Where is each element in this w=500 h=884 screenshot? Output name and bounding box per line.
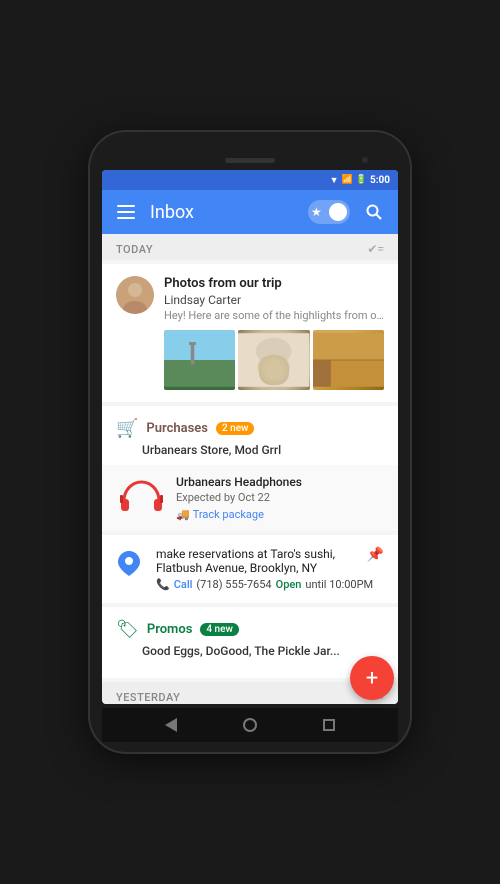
reservation-title: make reservations at Taro's sushi, Flatb…: [156, 547, 384, 575]
email-preview: Hey! Here are some of the highlights fro…: [164, 309, 384, 322]
status-bar: ▼ 📶 🔋 5:00: [102, 170, 398, 190]
reservation-card[interactable]: make reservations at Taro's sushi, Flatb…: [102, 535, 398, 603]
scroll-area[interactable]: Today ✔= Photos from our trip: [102, 234, 398, 704]
app-bar: Inbox ★: [102, 190, 398, 234]
wifi-icon: ▼: [330, 175, 339, 186]
track-link[interactable]: 🚚 Track package: [176, 508, 384, 521]
phone-number: (718) 555-7654: [196, 578, 271, 591]
status-time: 5:00: [370, 175, 390, 186]
package-date: Expected by Oct 22: [176, 491, 384, 504]
promos-subtitle: Good Eggs, DoGood, The Pickle Jar...: [116, 644, 384, 658]
promos-new-badge: 4 new: [200, 623, 239, 636]
purchases-header: 🛒 Purchases 2 new: [116, 418, 384, 439]
purchases-card[interactable]: 🛒 Purchases 2 new Urbanears Store, Mod G…: [102, 406, 398, 531]
menu-icon[interactable]: [112, 198, 140, 226]
promos-title: Promos: [147, 622, 193, 637]
trip-photo-1: [164, 330, 235, 390]
avatar-image: [116, 276, 154, 314]
purchases-title: Purchases: [146, 421, 208, 436]
front-camera: [362, 157, 368, 163]
compose-icon: +: [366, 666, 378, 691]
trip-photo-2: [238, 330, 309, 390]
screen: ▼ 📶 🔋 5:00 Inbox ★: [102, 170, 398, 704]
status-icons: ▼ 📶 🔋 5:00: [330, 175, 390, 186]
track-label: Track package: [193, 508, 264, 521]
purchases-new-badge: 2 new: [216, 422, 255, 435]
home-button[interactable]: [243, 718, 257, 732]
search-button[interactable]: [360, 198, 388, 226]
signal-icon: 📶: [342, 175, 353, 185]
reservation-icon: [116, 549, 146, 583]
avatar: [116, 276, 154, 314]
open-label: Open: [276, 578, 302, 591]
phone-nav-bar: [102, 708, 398, 742]
reservation-content: make reservations at Taro's sushi, Flatb…: [156, 547, 384, 591]
purchases-subtitle: Urbanears Store, Mod Grrl: [116, 443, 384, 457]
phone-icon: 📞: [156, 578, 170, 591]
email-subject: Photos from our trip: [164, 276, 384, 291]
tag-icon: 🏷: [116, 619, 139, 640]
toggle-dot: [329, 203, 347, 221]
phone-frame: ▼ 📶 🔋 5:00 Inbox ★: [90, 132, 410, 752]
package-info: Urbanears Headphones Expected by Oct 22 …: [176, 475, 384, 521]
cart-icon: 🛒: [116, 418, 138, 439]
star-toggle[interactable]: ★: [308, 200, 350, 224]
call-label[interactable]: Call: [174, 578, 193, 591]
pin-icon: 📌: [367, 547, 384, 563]
package-card: Urbanears Headphones Expected by Oct 22 …: [102, 465, 398, 531]
headphone-image: [116, 478, 166, 518]
reservation-phone: 📞 Call (718) 555-7654 Open until 10:00PM: [156, 578, 384, 591]
speaker: [225, 158, 275, 163]
email-content: Photos from our trip Lindsay Carter Hey!…: [164, 276, 384, 390]
hours-text: until 10:00PM: [305, 578, 373, 591]
back-button[interactable]: [165, 718, 177, 732]
trip-photo-3: [313, 330, 384, 390]
truck-icon: 🚚: [176, 508, 190, 521]
compose-fab[interactable]: +: [350, 656, 394, 700]
email-sender: Lindsay Carter: [164, 293, 384, 307]
yesterday-label: Yesterday: [116, 691, 180, 704]
select-all-icon[interactable]: ✔=: [367, 242, 384, 256]
today-section-header: Today ✔=: [102, 234, 398, 260]
recents-button[interactable]: [323, 719, 335, 731]
promos-header: 🏷 Promos 4 new: [116, 619, 384, 640]
battery-icon: 🔋: [356, 175, 367, 185]
star-icon: ★: [311, 205, 322, 219]
phone-notch: [102, 150, 398, 170]
app-bar-title: Inbox: [150, 202, 298, 223]
today-label: Today: [116, 243, 153, 256]
package-name: Urbanears Headphones: [176, 475, 384, 489]
email-card[interactable]: Photos from our trip Lindsay Carter Hey!…: [102, 264, 398, 402]
email-images: [164, 330, 384, 390]
